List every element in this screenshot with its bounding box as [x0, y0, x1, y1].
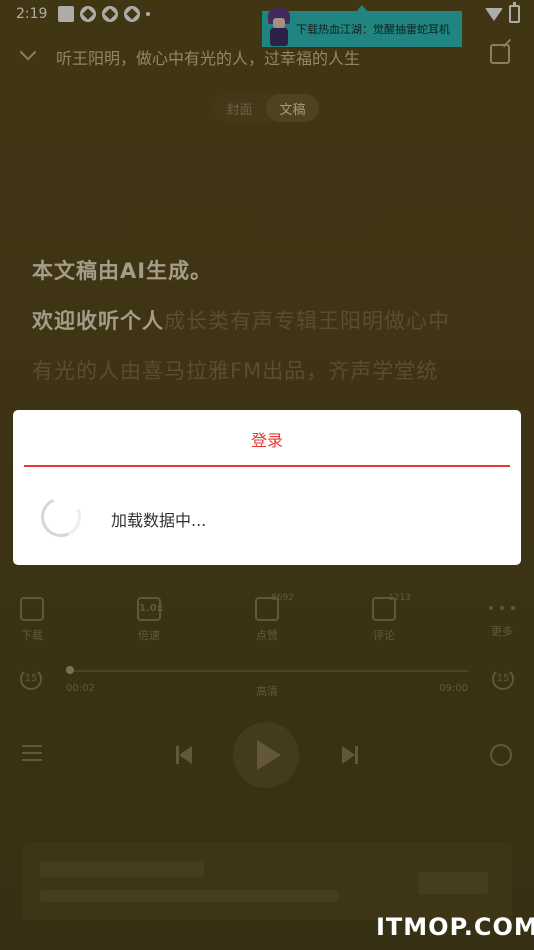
loading-text: 加载数据中... [111, 511, 207, 530]
login-loading-dialog: 登录 加载数据中... [13, 410, 521, 565]
dialog-title: 登录 [250, 431, 283, 450]
site-watermark: ITMOP.COM [376, 913, 534, 941]
dialog-divider [24, 465, 510, 467]
loading-spinner-icon [35, 491, 87, 543]
player-screen: 2:19 下载热血江湖：觉醒抽雷蛇耳机 听王阳明，做心中有光的人，过幸福的人生 … [0, 0, 534, 950]
